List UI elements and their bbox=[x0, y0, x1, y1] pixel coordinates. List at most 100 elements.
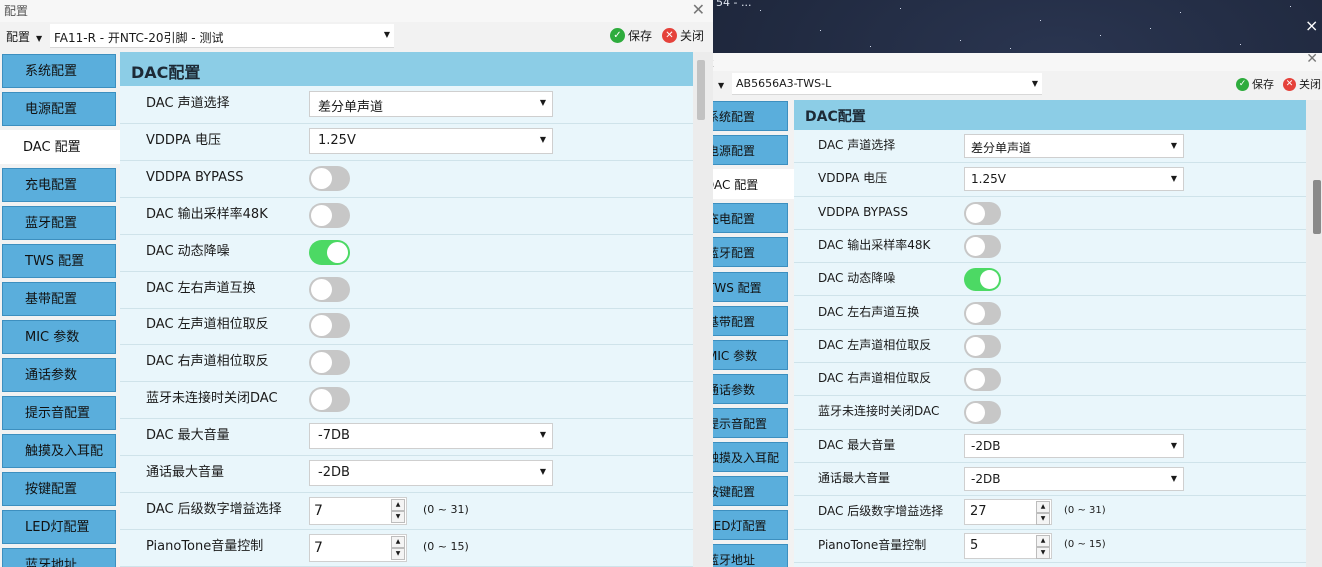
sidebar-item[interactable]: 蓝牙配置 bbox=[2, 206, 116, 240]
setting-toggle[interactable] bbox=[309, 276, 350, 302]
toggle-knob bbox=[311, 389, 332, 411]
range-hint: (0 ~ 15) bbox=[1064, 538, 1106, 550]
setting-toggle[interactable] bbox=[309, 313, 350, 339]
setting-row: 通话最大音量 -2DB ▼ bbox=[120, 456, 693, 493]
setting-toggle[interactable] bbox=[309, 350, 350, 376]
setting-spinbox[interactable]: 27 ▲ ▼ bbox=[964, 499, 1052, 526]
setting-row: DAC 声道选择 差分单声道 ▼ bbox=[794, 130, 1306, 164]
setting-toggle[interactable] bbox=[309, 165, 350, 191]
spin-down-icon[interactable]: ▼ bbox=[1036, 513, 1050, 526]
spin-up-icon[interactable]: ▲ bbox=[391, 498, 405, 511]
setting-select[interactable]: -2DB ▼ bbox=[964, 433, 1184, 458]
spin-up-icon[interactable]: ▲ bbox=[1036, 501, 1050, 514]
spinbox-buttons: ▲ ▼ bbox=[391, 535, 405, 560]
setting-select[interactable]: 差分单声道 ▼ bbox=[309, 91, 553, 117]
sidebar-item[interactable]: MIC 参数 bbox=[2, 320, 116, 354]
profile-dropdown[interactable]: AB5656A3-TWS-L ▼ bbox=[732, 73, 1042, 95]
sidebar-item[interactable]: LED灯配置 bbox=[2, 510, 116, 544]
range-hint: (0 ~ 15) bbox=[423, 539, 469, 553]
scrollbar[interactable] bbox=[693, 52, 713, 567]
setting-select[interactable]: -2DB ▼ bbox=[309, 460, 553, 486]
range-hint: (0 ~ 31) bbox=[423, 502, 469, 516]
range-hint: (0 ~ 31) bbox=[1064, 505, 1106, 517]
content-header: DAC配置 bbox=[120, 52, 693, 86]
scroll-thumb[interactable] bbox=[697, 60, 705, 120]
sidebar-item[interactable]: 通话参数 bbox=[2, 358, 116, 392]
setting-select[interactable]: -2DB ▼ bbox=[964, 467, 1184, 491]
window-close-icon[interactable]: ✕ bbox=[692, 0, 705, 19]
setting-row: DAC 左右声道互换 bbox=[120, 272, 693, 309]
setting-row: VDDPA 电压 1.25V ▼ bbox=[794, 163, 1306, 197]
close-button[interactable]: ✕ 关闭 bbox=[662, 27, 704, 44]
sidebar-item[interactable]: 按键配置 bbox=[2, 472, 116, 506]
sidebar-item[interactable]: DAC 配置 bbox=[0, 130, 120, 164]
setting-row: DAC 声道选择 差分单声道 ▼ bbox=[120, 87, 693, 124]
chevron-down-icon: ▼ bbox=[539, 467, 546, 476]
star-dot bbox=[1290, 6, 1291, 7]
spin-up-icon[interactable]: ▲ bbox=[391, 535, 405, 548]
sidebar-item[interactable]: 蓝牙地址 bbox=[2, 548, 116, 567]
sidebar-item[interactable]: 电源配置 bbox=[2, 92, 116, 126]
select-value: -2DB bbox=[318, 465, 350, 480]
setting-select[interactable]: -7DB ▼ bbox=[309, 423, 553, 450]
save-button[interactable]: ✓ 保存 bbox=[1236, 76, 1274, 92]
sidebar-item[interactable]: TWS 配置 bbox=[2, 244, 116, 278]
content-panel: DAC配置 DAC 声道选择 差分单声道 ▼ VDDPA 电压 1.25V ▼ VDDPA … bbox=[794, 100, 1306, 567]
setting-row: DAC 左声道相位取反 bbox=[120, 308, 693, 346]
setting-spinbox[interactable]: 7 ▲ ▼ bbox=[309, 533, 407, 562]
toggle-knob bbox=[311, 204, 332, 226]
setting-toggle[interactable] bbox=[964, 334, 1001, 358]
window-close-icon[interactable]: ✕ bbox=[1306, 53, 1318, 67]
setting-label: DAC 动态降噪 bbox=[818, 271, 896, 286]
sidebar-item[interactable]: 充电配置 bbox=[2, 168, 116, 202]
close-label: 关闭 bbox=[1299, 78, 1321, 91]
spinbox-value: 27 bbox=[970, 504, 987, 520]
setting-toggle[interactable] bbox=[309, 202, 350, 228]
toggle-knob bbox=[966, 303, 985, 323]
sidebar-item[interactable]: 基带配置 bbox=[2, 282, 116, 316]
star-dot bbox=[820, 30, 821, 31]
setting-label: DAC 输出采样率48K bbox=[146, 206, 268, 222]
scrollbar[interactable] bbox=[1306, 100, 1322, 567]
sidebar-item[interactable]: 提示音配置 bbox=[2, 396, 116, 430]
spinbox-value: 7 bbox=[314, 502, 323, 519]
setting-toggle[interactable] bbox=[964, 234, 1001, 258]
spin-down-icon[interactable]: ▼ bbox=[391, 510, 405, 523]
chevron-down-icon: ▼ bbox=[1170, 174, 1177, 184]
setting-select[interactable]: 1.25V ▼ bbox=[964, 167, 1184, 192]
setting-label: VDDPA 电压 bbox=[818, 171, 888, 186]
save-label: 保存 bbox=[1252, 78, 1274, 91]
setting-toggle[interactable] bbox=[309, 239, 350, 265]
setting-toggle[interactable] bbox=[964, 301, 1001, 325]
setting-label: DAC 后级数字增益选择 bbox=[146, 501, 282, 517]
setting-row: DAC 动态降噪 bbox=[794, 263, 1306, 297]
save-label: 保存 bbox=[628, 29, 653, 43]
setting-toggle[interactable] bbox=[964, 201, 1001, 225]
close-button[interactable]: ✕ 关闭 bbox=[1283, 76, 1321, 92]
setting-toggle[interactable] bbox=[964, 401, 1001, 425]
setting-select[interactable]: 1.25V ▼ bbox=[309, 127, 553, 154]
spin-down-icon[interactable]: ▼ bbox=[391, 547, 405, 560]
spin-down-icon[interactable]: ▼ bbox=[1036, 546, 1050, 559]
desktop-partial-text: 54 - ... bbox=[716, 0, 752, 9]
toggle-knob bbox=[327, 241, 348, 263]
setting-toggle[interactable] bbox=[964, 368, 1001, 392]
config-menu[interactable]: 配置 ▼ bbox=[6, 28, 42, 45]
setting-label: 蓝牙未连接时关闭DAC bbox=[146, 391, 278, 407]
desktop-window-close-icon[interactable]: × bbox=[1305, 16, 1318, 35]
scroll-thumb[interactable] bbox=[1313, 180, 1321, 234]
setting-label: DAC 右声道相位取反 bbox=[146, 354, 269, 370]
setting-spinbox[interactable]: 5 ▲ ▼ bbox=[964, 532, 1052, 559]
sidebar-item[interactable]: 系统配置 bbox=[2, 54, 116, 88]
save-button[interactable]: ✓ 保存 bbox=[610, 27, 652, 44]
profile-dropdown[interactable]: FA11-R - 开NTC-20引脚 - 测试 ▼ bbox=[50, 24, 394, 48]
sidebar-item[interactable]: 触摸及入耳配置 bbox=[2, 434, 116, 493]
star-dot bbox=[1100, 35, 1101, 36]
setting-select[interactable]: 差分单声道 ▼ bbox=[964, 134, 1184, 158]
toggle-knob bbox=[311, 278, 332, 300]
setting-toggle[interactable] bbox=[309, 387, 350, 413]
spin-up-icon[interactable]: ▲ bbox=[1036, 534, 1050, 547]
setting-label: DAC 左右声道互换 bbox=[146, 280, 256, 296]
setting-spinbox[interactable]: 7 ▲ ▼ bbox=[309, 496, 407, 525]
setting-toggle[interactable] bbox=[964, 268, 1001, 292]
